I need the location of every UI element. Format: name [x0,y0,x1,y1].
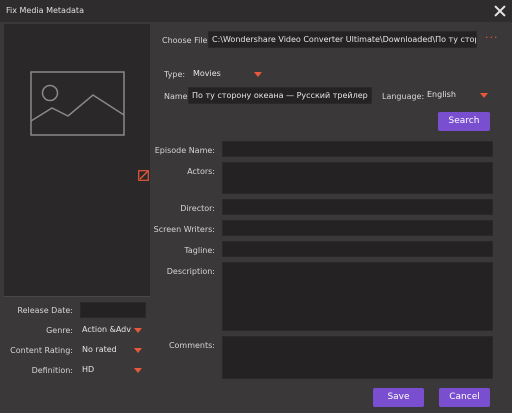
save-button[interactable]: Save [373,388,424,407]
screen-writers-label: Screen Writers: [153,225,215,234]
search-button[interactable]: Search [438,112,490,131]
content-rating-dropdown[interactable]: No rated [80,342,146,358]
artwork-panel [4,24,150,296]
chevron-down-icon [134,328,142,333]
edit-artwork-icon[interactable] [138,170,149,181]
screen-writers-input[interactable] [222,220,493,236]
language-dropdown[interactable]: English [424,87,492,103]
episode-name-input[interactable] [222,141,493,157]
cancel-button[interactable]: Cancel [439,388,490,407]
image-placeholder-icon [30,71,125,136]
tagline-label: Tagline: [184,246,215,255]
more-dots-icon[interactable]: ··· [485,31,499,44]
actors-label: Actors: [187,167,215,176]
choose-file-label: Choose File: [162,36,211,45]
definition-dropdown[interactable]: HD [80,362,146,378]
release-date-label: Release Date: [17,306,73,315]
release-date-input[interactable] [80,302,146,318]
chevron-down-icon [134,368,142,373]
divider [4,296,150,297]
director-input[interactable] [222,199,493,215]
genre-value: Action &Adv [82,325,131,334]
chevron-down-icon [134,348,142,353]
name-input[interactable]: По ту сторону океана — Русский трейлер (… [188,87,372,104]
actors-input[interactable] [222,162,493,194]
description-label: Description: [166,267,215,276]
window-title: Fix Media Metadata [6,6,84,15]
description-input[interactable] [222,262,493,331]
name-label: Name: [164,92,191,101]
genre-dropdown[interactable]: Action &Adv [80,322,146,338]
genre-label: Genre: [46,326,73,335]
close-icon[interactable] [492,3,508,19]
comments-label: Comments: [168,341,215,350]
tagline-input[interactable] [222,241,493,257]
type-label: Type: [164,70,186,79]
file-path-field[interactable]: C:\Wondershare Video Converter Ultimate\… [208,31,477,48]
type-dropdown[interactable]: Movies [190,66,266,82]
language-label: Language: [382,92,425,101]
chevron-down-icon [480,93,488,98]
director-label: Director: [180,204,215,213]
definition-label: Definition: [31,366,73,375]
episode-name-label: Episode Name: [154,146,215,155]
content-rating-label: Content Rating: [10,346,73,355]
comments-input[interactable] [222,336,493,379]
chevron-down-icon [254,72,262,77]
